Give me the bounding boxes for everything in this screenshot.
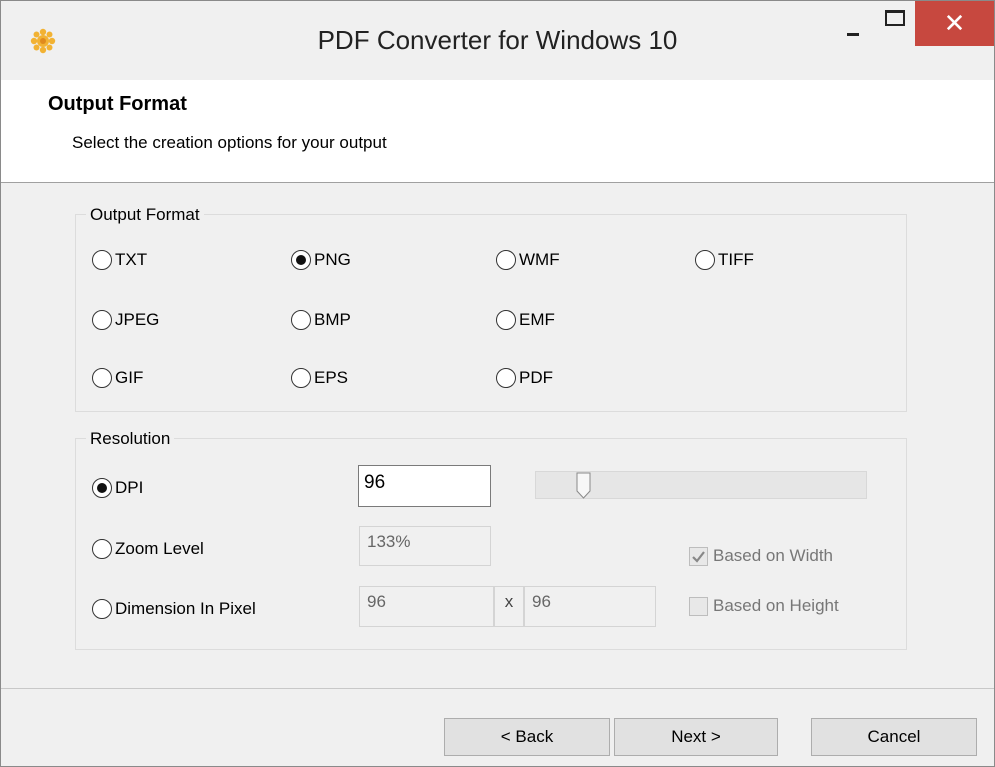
radio-eps[interactable]: EPS — [291, 365, 348, 391]
radio-label: EMF — [519, 310, 555, 329]
radio-circle — [92, 368, 112, 388]
checkbox-box-checked — [689, 546, 708, 566]
radio-label: WMF — [519, 250, 560, 269]
wizard-header: Output Format Select the creation option… — [1, 80, 994, 183]
radio-circle — [291, 368, 311, 388]
radio-txt[interactable]: TXT — [92, 247, 147, 273]
maximize-icon — [885, 10, 905, 26]
title-bar[interactable]: PDF Converter for Windows 10 ✕ — [1, 1, 994, 80]
radio-circle — [496, 250, 516, 270]
radio-dimension-in-pixel[interactable]: Dimension In Pixel — [92, 596, 256, 622]
dpi-input[interactable]: 96 — [358, 465, 491, 507]
output-format-group — [75, 214, 907, 412]
radio-label: EPS — [314, 368, 349, 387]
radio-dpi[interactable]: DPI — [92, 475, 143, 501]
radio-label: TIFF — [718, 250, 754, 269]
next-button[interactable]: Next > — [614, 718, 778, 756]
checkbox-label: Based on Width — [713, 546, 834, 565]
radio-label: Dimension In Pixel — [115, 599, 256, 618]
output-format-legend: Output Format — [86, 205, 204, 225]
close-button[interactable]: ✕ — [915, 1, 994, 46]
radio-jpeg[interactable]: JPEG — [92, 307, 159, 333]
radio-circle-selected — [92, 478, 112, 498]
cancel-button[interactable]: Cancel — [811, 718, 977, 756]
pixel-height-input[interactable]: 96 — [524, 586, 656, 627]
radio-label: Zoom Level — [115, 539, 204, 558]
minimize-button[interactable] — [827, 1, 873, 47]
radio-label: JPEG — [115, 310, 160, 329]
radio-circle-selected — [291, 250, 311, 270]
radio-circle — [496, 310, 516, 330]
radio-pdf[interactable]: PDF — [496, 365, 553, 391]
pixel-width-input[interactable]: 96 — [359, 586, 494, 627]
radio-wmf[interactable]: WMF — [496, 247, 560, 273]
dimension-separator: x — [494, 586, 524, 627]
radio-gif[interactable]: GIF — [92, 365, 143, 391]
radio-label: TXT — [115, 250, 148, 269]
based-on-height-checkbox[interactable]: Based on Height — [689, 594, 839, 618]
radio-circle — [496, 368, 516, 388]
page-title: Output Format — [48, 93, 187, 115]
minimize-icon — [847, 33, 859, 36]
converter-window: PDF Converter for Windows 10 ✕ Output Fo… — [0, 0, 995, 767]
radio-label: PDF — [519, 368, 553, 387]
radio-circle — [695, 250, 715, 270]
checkbox-box — [689, 596, 708, 616]
radio-circle — [92, 539, 112, 559]
radio-label: PNG — [314, 250, 351, 269]
checkbox-label: Based on Height — [713, 596, 839, 615]
radio-zoom-level[interactable]: Zoom Level — [92, 536, 204, 562]
dpi-slider[interactable] — [535, 471, 867, 499]
radio-label: DPI — [115, 478, 144, 497]
radio-label: GIF — [115, 368, 144, 387]
page-subtitle: Select the creation options for your out… — [72, 133, 387, 152]
zoom-level-input[interactable]: 133% — [359, 526, 491, 566]
radio-png[interactable]: PNG — [291, 247, 351, 273]
radio-bmp[interactable]: BMP — [291, 307, 351, 333]
radio-circle — [92, 250, 112, 270]
radio-circle — [92, 310, 112, 330]
slider-thumb[interactable] — [576, 472, 591, 500]
check-icon — [692, 550, 705, 563]
based-on-width-checkbox[interactable]: Based on Width — [689, 544, 833, 568]
back-button[interactable]: < Back — [444, 718, 610, 756]
radio-tiff[interactable]: TIFF — [695, 247, 754, 273]
close-icon: ✕ — [943, 9, 966, 39]
resolution-legend: Resolution — [86, 429, 175, 449]
radio-circle — [291, 310, 311, 330]
radio-emf[interactable]: EMF — [496, 307, 555, 333]
maximize-button[interactable] — [873, 1, 919, 47]
radio-label: BMP — [314, 310, 351, 329]
radio-circle — [92, 599, 112, 619]
footer-divider — [1, 688, 994, 689]
